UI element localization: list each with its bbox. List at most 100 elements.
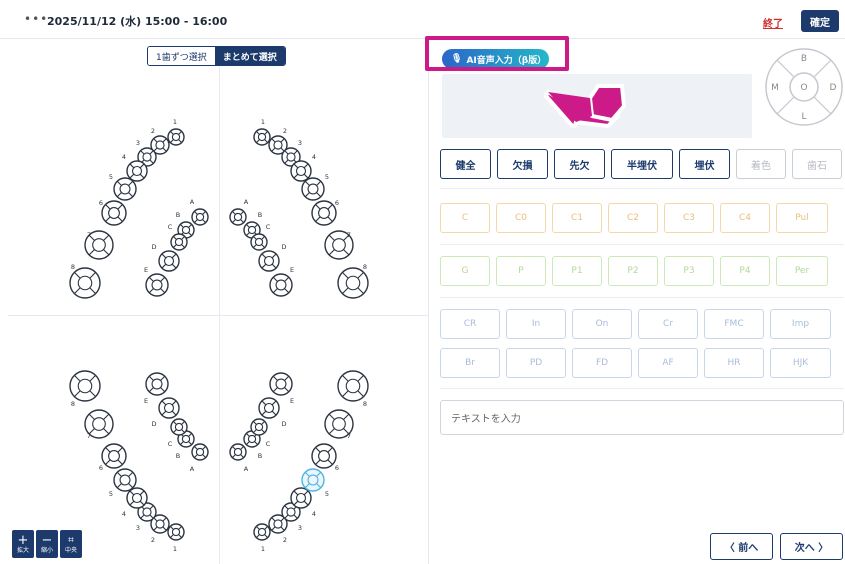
prosthesis-on-button[interactable]: On (572, 309, 632, 339)
section-divider (440, 388, 844, 389)
surface-mesial-label[interactable]: M (771, 83, 779, 93)
tooth-upper-left-4[interactable] (290, 160, 312, 182)
tooth-lower-left-6[interactable] (311, 443, 337, 469)
tooth-lower-left-primary-E[interactable] (269, 372, 293, 396)
caries-c4-button[interactable]: C4 (720, 203, 770, 233)
tooth-upper-right-primary-A[interactable] (191, 208, 209, 226)
note-text-input[interactable]: テキストを入力 (440, 400, 844, 435)
tooth-lower-left-8[interactable] (337, 370, 369, 402)
tooth-label-upper-left-2: 2 (283, 127, 287, 135)
zoom-in-button[interactable]: + 拡大 (12, 530, 34, 558)
tooth-lower-right-4[interactable] (126, 487, 148, 509)
tooth-label-upper-left-primary-B: B (258, 211, 262, 219)
status-semi-impacted-button[interactable]: 半埋伏 (611, 149, 673, 179)
tooth-lower-right-primary-A[interactable] (191, 443, 209, 461)
tooth-label-lower-left-7: 7 (347, 432, 351, 440)
zoom-out-label: 縮小 (40, 546, 53, 554)
prosthesis-in-button[interactable]: In (506, 309, 566, 339)
zoom-out-button[interactable]: − 縮小 (36, 530, 58, 558)
prosthesis-fd-button[interactable]: FD (572, 348, 632, 378)
status-stain-button[interactable]: 着色 (736, 149, 786, 179)
status-missing-button[interactable]: 欠損 (497, 149, 548, 179)
tooth-lower-right-primary-D[interactable] (158, 397, 180, 419)
prosthesis-imp-button[interactable]: Imp (770, 309, 831, 339)
tooth-lower-right-8[interactable] (69, 370, 101, 402)
tooth-label-upper-left-3: 3 (298, 139, 302, 147)
status-impacted-button[interactable]: 埋伏 (679, 149, 730, 179)
next-button[interactable]: 次へ 〉 (780, 533, 843, 560)
caries-c0-button[interactable]: C0 (496, 203, 546, 233)
perio-p4-button[interactable]: P4 (720, 256, 770, 286)
perio-p2-button[interactable]: P2 (608, 256, 658, 286)
tooth-label-upper-right-6: 6 (99, 199, 103, 207)
tooth-label-upper-right-primary-D: D (151, 243, 156, 251)
prosthesis-hr-button[interactable]: HR (704, 348, 764, 378)
zoom-controls: + 拡大 − 縮小 ⌗ 中央 (12, 530, 82, 558)
tooth-lower-right-1[interactable] (167, 523, 185, 541)
status-sound-button[interactable]: 健全 (440, 149, 491, 179)
prosthesis-fmc-button[interactable]: FMC (704, 309, 764, 339)
caries-pul-button[interactable]: Pul (776, 203, 828, 233)
tooth-upper-left-5[interactable] (301, 177, 325, 201)
caries-c1-button[interactable]: C1 (552, 203, 602, 233)
perio-p1-button[interactable]: P1 (552, 256, 602, 286)
tooth-lower-right-6[interactable] (101, 443, 127, 469)
tooth-lower-left-primary-A[interactable] (229, 443, 247, 461)
surface-distal-label[interactable]: D (830, 83, 837, 93)
end-link[interactable]: 終了 (763, 15, 783, 30)
tooth-lower-right-primary-E[interactable] (145, 372, 169, 396)
ai-voice-input-button[interactable]: 🎙 AI音声入力（β版） (442, 49, 549, 69)
prosthesis-hjk-button[interactable]: HJK (770, 348, 831, 378)
tooth-lower-left-4[interactable] (290, 487, 312, 509)
tooth-upper-right-1[interactable] (167, 128, 185, 146)
surface-buccal-label[interactable]: B (801, 54, 807, 64)
tooth-lower-left-primary-C[interactable] (250, 418, 268, 436)
perio-p-button[interactable]: P (496, 256, 546, 286)
caries-c-button[interactable]: C (440, 203, 490, 233)
tooth-upper-left-primary-C[interactable] (250, 233, 268, 251)
tooth-label-upper-right-primary-E: E (144, 266, 148, 274)
tooth-upper-right-5[interactable] (113, 177, 137, 201)
tooth-label-lower-left-4: 4 (312, 510, 316, 518)
perio-per-button[interactable]: Per (776, 256, 828, 286)
caries-c2-button[interactable]: C2 (608, 203, 658, 233)
section-divider (440, 188, 844, 189)
status-calculus-button[interactable]: 歯石 (792, 149, 842, 179)
tooth-upper-right-4[interactable] (126, 160, 148, 182)
surface-lingual-label[interactable]: L (801, 112, 806, 122)
prosthesis-af-button[interactable]: AF (638, 348, 698, 378)
more-horizontal-icon[interactable]: ••• (24, 13, 48, 25)
perio-p3-button[interactable]: P3 (664, 256, 714, 286)
tooth-lower-left-5[interactable] (301, 468, 325, 492)
tooth-lower-right-5[interactable] (113, 468, 137, 492)
tooth-upper-right-primary-C[interactable] (170, 233, 188, 251)
center-button[interactable]: ⌗ 中央 (60, 530, 82, 558)
tooth-upper-right-6[interactable] (101, 200, 127, 226)
tooth-upper-left-8[interactable] (337, 267, 369, 299)
tooth-upper-left-6[interactable] (311, 200, 337, 226)
tooth-lower-left-primary-D[interactable] (258, 397, 280, 419)
tooth-upper-right-primary-E[interactable] (145, 273, 169, 297)
tooth-upper-right-8[interactable] (69, 267, 101, 299)
prev-button[interactable]: 〈 前へ (710, 533, 773, 560)
perio-g-button[interactable]: G (440, 256, 490, 286)
tooth-upper-left-primary-D[interactable] (258, 250, 280, 272)
tooth-upper-right-primary-D[interactable] (158, 250, 180, 272)
prosthesis-cr-button[interactable]: Cr (638, 309, 698, 339)
tooth-upper-left-1[interactable] (253, 128, 271, 146)
tooth-label-upper-left-primary-C: C (266, 223, 271, 231)
prosthesis-cr-button[interactable]: CR (440, 309, 500, 339)
tooth-label-upper-right-7: 7 (87, 231, 91, 239)
status-congenital-missing-button[interactable]: 先欠 (554, 149, 605, 179)
tooth-lower-right-primary-C[interactable] (170, 418, 188, 436)
prosthesis-pd-button[interactable]: PD (506, 348, 566, 378)
caries-c3-button[interactable]: C3 (664, 203, 714, 233)
tooth-upper-left-primary-E[interactable] (269, 273, 293, 297)
prosthesis-br-button[interactable]: Br (440, 348, 500, 378)
tooth-lower-left-1[interactable] (253, 523, 271, 541)
confirm-button[interactable]: 確定 (801, 10, 839, 32)
tooth-label-lower-left-2: 2 (283, 536, 287, 544)
tooth-upper-left-primary-A[interactable] (229, 208, 247, 226)
tooth-label-upper-right-3: 3 (136, 139, 140, 147)
minus-icon: − (41, 532, 53, 548)
